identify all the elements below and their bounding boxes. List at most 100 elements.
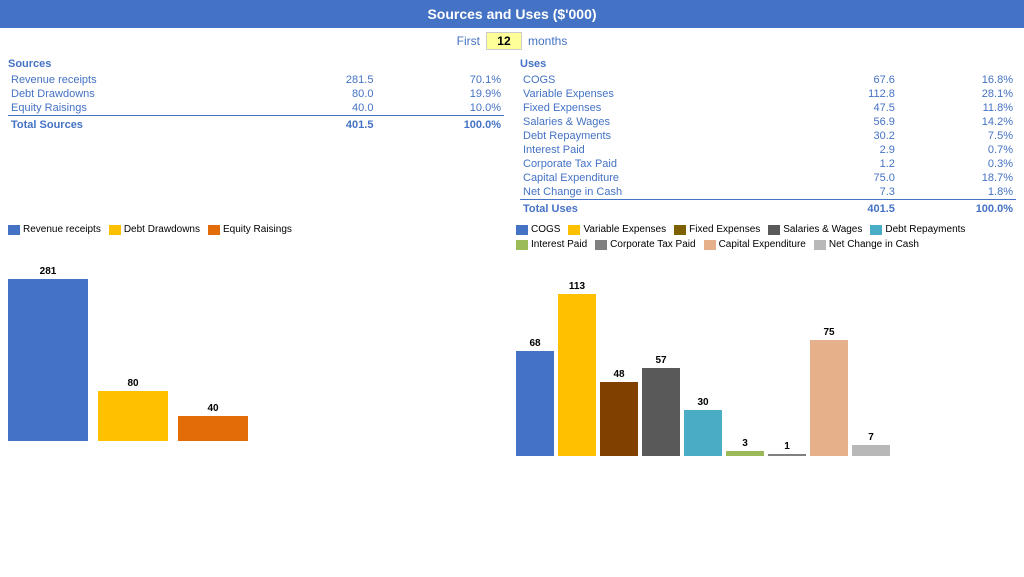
months-label: months xyxy=(528,34,567,48)
legend-label: Equity Raisings xyxy=(223,224,292,235)
legend-label: Fixed Expenses xyxy=(689,224,760,235)
sources-header: Sources xyxy=(8,58,504,70)
table-row: Fixed Expenses 47.5 11.8% xyxy=(520,101,1016,115)
bar-label: 1 xyxy=(784,441,790,452)
bar-label: 113 xyxy=(569,281,585,292)
table-row: Variable Expenses 112.8 28.1% xyxy=(520,87,1016,101)
legend-label: Interest Paid xyxy=(531,239,587,250)
source-pct: 70.1% xyxy=(376,73,504,87)
bar-group: 281 xyxy=(8,266,88,441)
uses-panel: Uses COGS 67.6 16.8%Variable Expenses 11… xyxy=(512,54,1024,220)
bar xyxy=(8,279,88,441)
source-pct: 19.9% xyxy=(376,87,504,101)
left-chart: Revenue receipts Debt Drawdowns Equity R… xyxy=(8,224,508,456)
use-label: COGS xyxy=(520,73,806,87)
table-row: Revenue receipts 281.5 70.1% xyxy=(8,73,504,87)
use-value: 67.6 xyxy=(806,73,897,87)
bar xyxy=(98,391,168,441)
legend-item: Corporate Tax Paid xyxy=(595,239,695,250)
bar-group: 48 xyxy=(600,281,638,456)
legend-item: Capital Expenditure xyxy=(704,239,806,250)
bar-label: 48 xyxy=(613,369,624,380)
use-value: 2.9 xyxy=(806,143,897,157)
bar-group: 7 xyxy=(852,281,890,456)
use-pct: 16.8% xyxy=(898,73,1016,87)
bar xyxy=(558,294,596,456)
use-label: Variable Expenses xyxy=(520,87,806,101)
table-row: Debt Repayments 30.2 7.5% xyxy=(520,129,1016,143)
table-row: Debt Drawdowns 80.0 19.9% xyxy=(8,87,504,101)
table-row: Net Change in Cash 7.3 1.8% xyxy=(520,185,1016,200)
bar-group: 3 xyxy=(726,281,764,456)
uses-table: COGS 67.6 16.8%Variable Expenses 112.8 2… xyxy=(520,73,1016,216)
bar xyxy=(852,445,890,456)
legend-color xyxy=(704,240,716,250)
legend-item: Equity Raisings xyxy=(208,224,292,235)
legend-color xyxy=(768,225,780,235)
use-pct: 11.8% xyxy=(898,101,1016,115)
months-row: First months xyxy=(0,28,1024,54)
use-label: Salaries & Wages xyxy=(520,115,806,129)
bar xyxy=(178,416,248,441)
legend-color xyxy=(516,240,528,250)
data-section: Sources Revenue receipts 281.5 70.1%Debt… xyxy=(0,54,1024,220)
legend-item: Fixed Expenses xyxy=(674,224,760,235)
source-label: Revenue receipts xyxy=(8,73,278,87)
legend-label: Debt Drawdowns xyxy=(124,224,200,235)
table-row: Capital Expenditure 75.0 18.7% xyxy=(520,171,1016,185)
bar-label: 30 xyxy=(697,397,708,408)
bar xyxy=(810,340,848,456)
use-value: 75.0 xyxy=(806,171,897,185)
use-label: Debt Repayments xyxy=(520,129,806,143)
bar-group: 1 xyxy=(768,281,806,456)
bar xyxy=(600,382,638,456)
table-row: Equity Raisings 40.0 10.0% xyxy=(8,101,504,116)
use-pct: 28.1% xyxy=(898,87,1016,101)
use-value: 56.9 xyxy=(806,115,897,129)
use-label: Fixed Expenses xyxy=(520,101,806,115)
legend-item: Debt Drawdowns xyxy=(109,224,200,235)
use-pct: 18.7% xyxy=(898,171,1016,185)
legend-color xyxy=(674,225,686,235)
bar xyxy=(642,368,680,456)
right-legend: COGS Variable Expenses Fixed Expenses Sa… xyxy=(516,224,1016,250)
uses-total-value: 401.5 xyxy=(806,200,897,217)
source-label: Debt Drawdowns xyxy=(8,87,278,101)
uses-header: Uses xyxy=(520,58,1016,70)
bar-group: 75 xyxy=(810,281,848,456)
sources-total-value: 401.5 xyxy=(278,116,377,133)
left-chart-area: 281 80 40 xyxy=(8,241,508,441)
legend-label: Revenue receipts xyxy=(23,224,101,235)
legend-item: Variable Expenses xyxy=(568,224,666,235)
legend-color xyxy=(109,225,121,235)
legend-color xyxy=(595,240,607,250)
bar-group: 68 xyxy=(516,281,554,456)
bar-label: 281 xyxy=(40,266,57,277)
months-input[interactable] xyxy=(486,32,522,50)
bar xyxy=(726,451,764,456)
sources-panel: Sources Revenue receipts 281.5 70.1%Debt… xyxy=(0,54,512,220)
bar-label: 68 xyxy=(529,338,540,349)
use-value: 1.2 xyxy=(806,157,897,171)
bar-label: 75 xyxy=(823,327,834,338)
uses-total-label: Total Uses xyxy=(520,200,806,217)
legend-color xyxy=(8,225,20,235)
use-pct: 14.2% xyxy=(898,115,1016,129)
legend-color xyxy=(568,225,580,235)
uses-total-pct: 100.0% xyxy=(898,200,1016,217)
legend-item: Salaries & Wages xyxy=(768,224,862,235)
use-pct: 7.5% xyxy=(898,129,1016,143)
source-pct: 10.0% xyxy=(376,101,504,116)
legend-label: Debt Repayments xyxy=(885,224,965,235)
legend-item: Interest Paid xyxy=(516,239,587,250)
right-chart-area: 68 113 48 57 30 3 1 75 7 xyxy=(516,256,1016,456)
use-value: 47.5 xyxy=(806,101,897,115)
use-label: Corporate Tax Paid xyxy=(520,157,806,171)
sources-total-label: Total Sources xyxy=(8,116,278,133)
bar-label: 80 xyxy=(127,378,138,389)
table-row: Salaries & Wages 56.9 14.2% xyxy=(520,115,1016,129)
right-chart: COGS Variable Expenses Fixed Expenses Sa… xyxy=(516,224,1016,456)
bar xyxy=(516,351,554,456)
sources-total-pct: 100.0% xyxy=(376,116,504,133)
legend-color xyxy=(814,240,826,250)
